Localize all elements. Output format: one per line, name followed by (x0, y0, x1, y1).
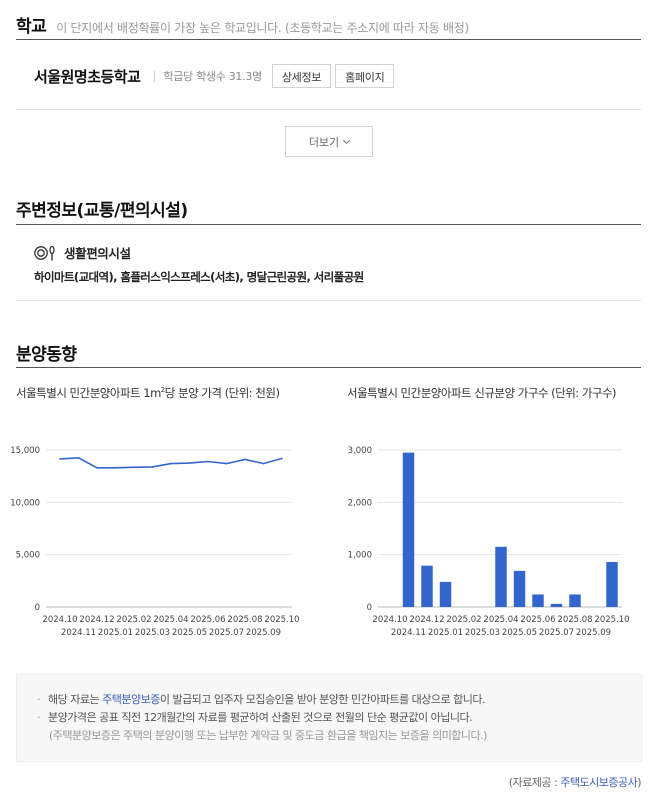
y-tick-label: 3,000 (348, 446, 372, 456)
supply-chart-title: 서울특별시 민간분양아파트 신규분양 가구수 (단위: 가구수) (347, 386, 617, 400)
section-divider (16, 224, 641, 225)
x-tick-label: 2024.10 (42, 615, 77, 625)
y-tick-label: 1,000 (348, 551, 372, 561)
data-point (133, 466, 135, 469)
nearby-section-header: 주변정보(교통/편의시설) (16, 196, 641, 221)
x-tick-label: 2025.05 (172, 628, 207, 638)
x-tick-label: 2025.10 (594, 615, 629, 625)
source-link[interactable]: 주택도시보증공사 (560, 776, 637, 789)
section-divider (16, 39, 641, 40)
supply-bar-chart: 01,0002,0003,0002024.102024.112024.12202… (348, 446, 630, 638)
x-tick-label: 2025.10 (264, 615, 299, 625)
data-point (77, 457, 80, 459)
x-tick-label: 2025.01 (98, 628, 133, 638)
school-detail-button[interactable]: 상세정보 (271, 64, 332, 88)
x-tick-label: 2025.07 (209, 628, 244, 638)
section-divider (16, 367, 641, 368)
x-tick-label: 2024.10 (372, 615, 407, 625)
notice-line-1: · 해당 자료는 주택분양보증이 발급되고 입주자 모집승인을 받아 분양한 민간… (37, 693, 486, 706)
x-tick-label: 2024.11 (61, 628, 96, 638)
notice-line-1-post: 이 발급되고 입주자 모집승인을 받아 분양한 민간아파트를 대상으로 합니다. (159, 693, 486, 706)
row-divider (16, 109, 641, 110)
x-tick-label: 2025.01 (428, 628, 463, 638)
data-point (281, 457, 283, 460)
x-tick-label: 2025.09 (246, 628, 281, 638)
y-tick-label: 2,000 (348, 498, 372, 508)
data-point (244, 458, 246, 461)
x-tick-label: 2025.02 (116, 615, 151, 625)
y-tick-label: 0 (35, 603, 40, 613)
separator (154, 70, 156, 82)
source-suffix: ) (637, 776, 641, 789)
data-point (59, 458, 61, 460)
y-tick-label: 0 (367, 603, 372, 613)
supply-bar (569, 594, 581, 607)
x-tick-label: 2025.02 (446, 615, 481, 625)
school-section-header: 학교 이 단지에서 배정확률이 가장 높은 학교입니다. (초등학교는 주소지에… (16, 12, 641, 37)
x-tick-label: 2025.08 (227, 615, 262, 625)
supply-bar (495, 546, 507, 607)
amenity-block: 생활편의시설 하이마트(교대역), 홈플러스익스프레스(서초), 명달근린공원,… (34, 243, 364, 285)
data-point (151, 466, 154, 468)
data-point (262, 462, 265, 465)
sales-section-title: 분양동향 (16, 345, 77, 365)
amenity-places: 하이마트(교대역), 홈플러스익스프레스(서초), 명달근린공원, 서리풀공원 (34, 270, 364, 284)
data-point (170, 462, 172, 465)
data-source: (자료제공 : 주택도시보증공사) (508, 774, 642, 790)
x-tick-label: 2025.07 (539, 628, 574, 638)
y-tick-label: 5,000 (16, 551, 40, 561)
data-point (207, 460, 209, 463)
x-tick-label: 2025.03 (465, 628, 500, 638)
school-name: 서울원명초등학교 (34, 67, 141, 86)
supply-bar (606, 561, 618, 607)
x-tick-label: 2025.04 (153, 615, 188, 625)
school-row: 서울원명초등학교 학급당 학생수 31.3명 상세정보 홈페이지 (34, 64, 398, 88)
data-point (188, 462, 191, 464)
housing-guarantee-link[interactable]: 주택분양보증 (102, 693, 160, 706)
amenity-category: 생활편의시설 (64, 246, 131, 261)
price-chart-title-post: 당 분양 가격 (단위: 천원) (164, 386, 280, 400)
x-tick-label: 2025.04 (483, 615, 518, 625)
notice-line-2-text: 분양가격은 공표 직전 12개월간의 자료를 평균하여 산출된 것으로 전월의 … (48, 711, 473, 724)
x-tick-label: 2025.05 (502, 628, 537, 638)
x-tick-label: 2025.03 (135, 628, 170, 638)
x-tick-label: 2024.12 (79, 615, 114, 625)
dining-icon (34, 245, 55, 260)
sales-section-header: 분양동향 (16, 340, 641, 365)
price-chart-title: 서울특별시 민간분양아파트 1m2당 분양 가격 (단위: 천원) (16, 385, 280, 401)
supply-bar (421, 565, 433, 607)
supply-bar (532, 594, 544, 607)
section-divider-thin (16, 300, 641, 301)
chevron-down-icon (343, 136, 351, 144)
x-tick-label: 2025.08 (557, 615, 592, 625)
data-point (225, 462, 228, 465)
school-section-title: 학교 (16, 17, 47, 37)
notice-box: · 해당 자료는 주택분양보증이 발급되고 입주자 모집승인을 받아 분양한 민간… (16, 674, 642, 762)
notice-line-1-pre: 해당 자료는 (48, 693, 103, 706)
data-point (96, 466, 98, 469)
y-tick-label: 15,000 (10, 446, 40, 456)
y-tick-label: 10,000 (10, 498, 40, 508)
school-homepage-button[interactable]: 홈페이지 (335, 64, 395, 88)
x-tick-label: 2025.09 (576, 628, 611, 638)
source-prefix: (자료제공 : (508, 776, 561, 789)
supply-bar (513, 570, 526, 607)
school-section-desc: 이 단지에서 배정확률이 가장 높은 학교입니다. (초등학교는 주소지에 따라… (56, 21, 469, 35)
nearby-section-title: 주변정보(교통/편의시설) (16, 201, 188, 221)
x-tick-label: 2024.12 (409, 615, 444, 625)
price-line-chart: 05,00010,00015,0002024.102024.112024.122… (10, 446, 299, 638)
more-button[interactable]: 더보기 (285, 126, 373, 157)
notice-line-2: · 분양가격은 공표 직전 12개월간의 자료를 평균하여 산출된 것으로 전월의… (37, 711, 473, 724)
x-tick-label: 2024.11 (391, 628, 426, 638)
data-point (114, 466, 117, 469)
supply-bar (550, 603, 563, 607)
x-tick-label: 2025.06 (520, 615, 555, 625)
supply-bar (439, 581, 452, 607)
more-button-label: 더보기 (308, 135, 340, 149)
school-stat: 학급당 학생수 31.3명 (163, 70, 262, 83)
price-chart-title-pre: 서울특별시 민간분양아파트 1m (16, 386, 161, 400)
x-tick-label: 2025.06 (190, 615, 225, 625)
notice-line-3: (주택분양보증은 주택의 분양이행 또는 납부한 계약금 및 중도금 환급을 책… (49, 729, 487, 742)
supply-bar (402, 452, 415, 607)
